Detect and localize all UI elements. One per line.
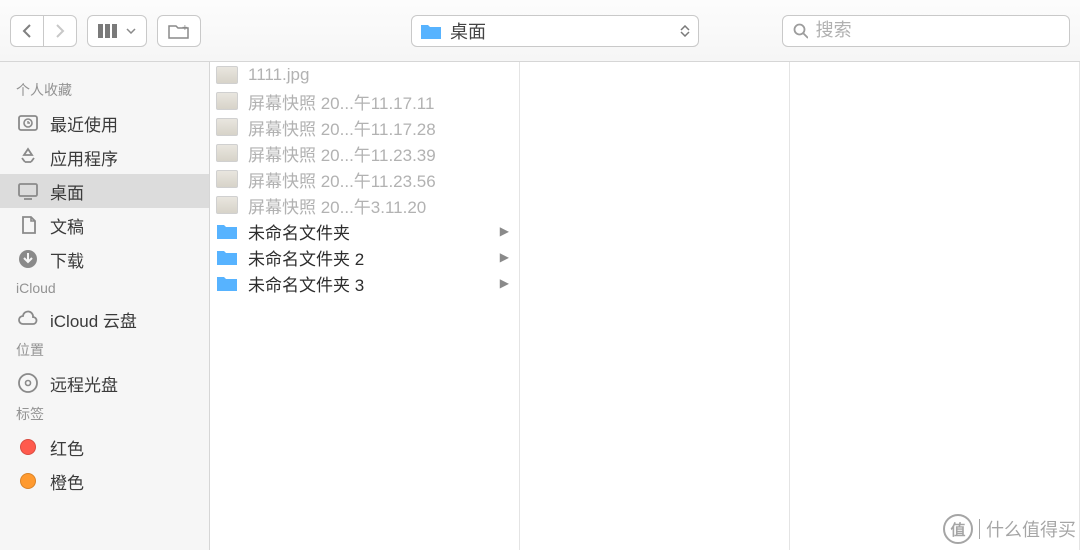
file-name: 未命名文件夹 2: [248, 245, 509, 270]
sidebar-item[interactable]: 文稿: [0, 208, 209, 242]
folder-icon: [420, 22, 442, 40]
sidebar-item-label: 最近使用: [50, 111, 118, 136]
sidebar-section-header: 位置: [0, 336, 209, 366]
search-bar[interactable]: [782, 15, 1070, 47]
sidebar-section-header: 标签: [0, 400, 209, 430]
sidebar-item-label: 红色: [50, 435, 84, 460]
disclosure-arrow-icon: ▶: [500, 224, 509, 238]
tag-dot: [16, 473, 40, 489]
new-folder-button[interactable]: +: [157, 15, 201, 47]
toolbar: + 桌面: [0, 0, 1080, 62]
folder-icon: [216, 274, 238, 292]
sidebar-item-label: 桌面: [50, 179, 84, 204]
svg-text:+: +: [182, 23, 188, 34]
file-column-3: [790, 62, 1080, 550]
file-row[interactable]: 屏幕快照 20...午11.23.56: [210, 166, 519, 192]
column-view: 1111.jpg屏幕快照 20...午11.17.11屏幕快照 20...午11…: [210, 62, 1080, 550]
file-name: 1111.jpg: [248, 65, 509, 85]
documents-icon: [16, 214, 40, 236]
sidebar-item[interactable]: iCloud 云盘: [0, 302, 209, 336]
file-thumbnail: [216, 66, 238, 84]
file-name: 屏幕快照 20...午11.23.39: [248, 141, 509, 166]
sidebar-item-label: 下载: [50, 247, 84, 272]
file-name: 屏幕快照 20...午11.17.11: [248, 89, 509, 114]
sidebar-item[interactable]: 桌面: [0, 174, 209, 208]
file-name: 未命名文件夹 3: [248, 271, 509, 296]
file-row[interactable]: 屏幕快照 20...午11.17.28: [210, 114, 519, 140]
sidebar-item[interactable]: 橙色: [0, 464, 209, 498]
sidebar-section-header: 个人收藏: [0, 76, 209, 106]
folder-icon: [216, 222, 238, 240]
sidebar-item-label: iCloud 云盘: [50, 307, 137, 332]
sidebar-item-label: 远程光盘: [50, 371, 118, 396]
folder-plus-icon: +: [168, 23, 190, 39]
file-name: 屏幕快照 20...午11.23.56: [248, 167, 509, 192]
folder-row[interactable]: 未命名文件夹 2▶: [210, 244, 519, 270]
file-row[interactable]: 屏幕快照 20...午11.17.11: [210, 88, 519, 114]
downloads-icon: [16, 248, 40, 270]
sidebar: 个人收藏最近使用应用程序桌面文稿下载 iCloud iCloud 云盘位置远程光盘标…: [0, 62, 210, 550]
path-title: 桌面: [450, 18, 486, 44]
sidebar-item[interactable]: 应用程序: [0, 140, 209, 174]
search-icon: [793, 23, 808, 39]
folder-row[interactable]: 未命名文件夹 3▶: [210, 270, 519, 296]
file-row[interactable]: 屏幕快照 20...午3.11.20: [210, 192, 519, 218]
file-name: 屏幕快照 20...午3.11.20: [248, 193, 509, 218]
search-input[interactable]: [816, 20, 1059, 41]
watermark: 值 什么值得买: [943, 514, 1076, 544]
cloud-icon: [16, 309, 40, 329]
sidebar-item-label: 文稿: [50, 213, 84, 238]
sidebar-item[interactable]: 远程光盘: [0, 366, 209, 400]
back-button[interactable]: [10, 15, 43, 47]
file-thumbnail: [216, 118, 238, 136]
sidebar-item[interactable]: 下载: [0, 242, 209, 276]
sidebar-item[interactable]: 红色: [0, 430, 209, 464]
sidebar-section-header: iCloud: [0, 276, 209, 302]
chevron-down-icon: [126, 28, 136, 34]
nav-buttons: [10, 15, 77, 47]
file-column-1: 1111.jpg屏幕快照 20...午11.17.11屏幕快照 20...午11…: [210, 62, 520, 550]
folder-row[interactable]: 未命名文件夹▶: [210, 218, 519, 244]
file-thumbnail: [216, 144, 238, 162]
sidebar-item-label: 橙色: [50, 469, 84, 494]
file-name: 未命名文件夹: [248, 219, 509, 244]
view-mode-button[interactable]: [87, 15, 147, 47]
disc-icon: [16, 372, 40, 394]
tag-dot: [16, 439, 40, 455]
clock-icon: [16, 112, 40, 134]
file-thumbnail: [216, 196, 238, 214]
file-thumbnail: [216, 92, 238, 110]
disclosure-arrow-icon: ▶: [500, 250, 509, 264]
apps-icon: [16, 146, 40, 168]
desktop-icon: [16, 180, 40, 202]
sidebar-item-label: 应用程序: [50, 145, 118, 170]
disclosure-arrow-icon: ▶: [500, 276, 509, 290]
file-thumbnail: [216, 170, 238, 188]
path-bar[interactable]: 桌面: [411, 15, 699, 47]
sidebar-item[interactable]: 最近使用: [0, 106, 209, 140]
view-buttons: [87, 15, 147, 47]
file-row[interactable]: 屏幕快照 20...午11.23.39: [210, 140, 519, 166]
watermark-badge: 值: [943, 514, 973, 544]
file-row[interactable]: 1111.jpg: [210, 62, 519, 88]
folder-icon: [216, 248, 238, 266]
forward-button[interactable]: [43, 15, 77, 47]
file-name: 屏幕快照 20...午11.17.28: [248, 115, 509, 140]
file-column-2: [520, 62, 790, 550]
path-stepper[interactable]: [680, 25, 690, 37]
watermark-text: 什么值得买: [986, 516, 1076, 542]
